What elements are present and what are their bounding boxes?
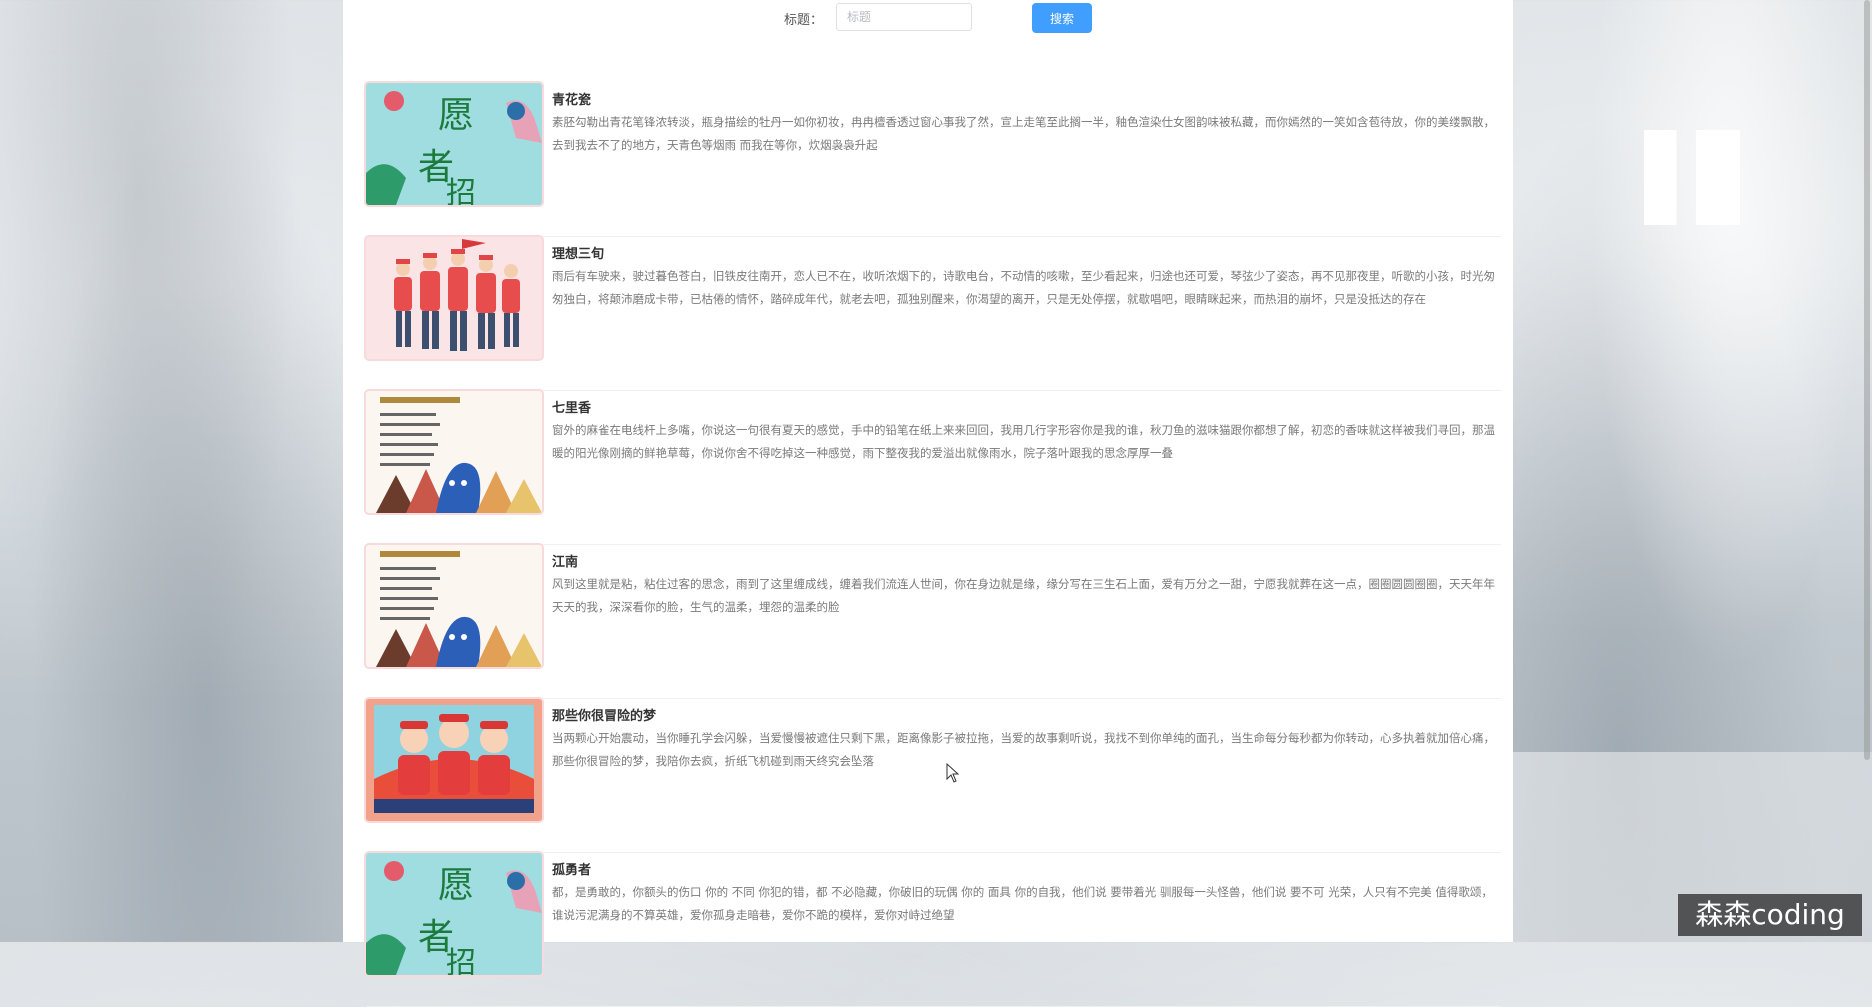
page-scrollbar[interactable] [1858, 0, 1872, 942]
article-thumbnail[interactable] [366, 699, 542, 821]
svg-text:愿: 愿 [438, 865, 474, 906]
background-white-shape [1644, 130, 1740, 225]
volunteer-kids-image [366, 699, 542, 821]
article-item[interactable]: 那些你很冒险的梦 当两颗心开始震动，当你睡孔学会闪躲，当爱慢慢被遮住只剩下黑，距… [366, 699, 1501, 853]
search-button[interactable]: 搜索 [1032, 3, 1092, 33]
article-summary: 都，是勇敢的，你额头的伤口 你的 不同 你犯的错，都 不必隐藏，你破旧的玩偶 你… [552, 885, 1493, 922]
article-summary: 雨后有车驶来，驶过暮色苍白，旧铁皮往南开，恋人已不在，收听浓烟下的，诗歌电台，不… [552, 269, 1495, 306]
article-thumbnail[interactable]: 愿 者 招 [366, 853, 542, 975]
article-title[interactable]: 七里香 [552, 397, 591, 416]
article-summary: 素胚勾勒出青花笔锋浓转淡，瓶身描绘的牡丹一如你初妆，冉冉檀香透过窗心事我了然，宣… [552, 115, 1495, 152]
mouse-cursor-icon [946, 763, 960, 783]
article-item[interactable]: 江南 风到这里就是粘，粘住过客的思念，雨到了这里缠成线，缠着我们流连人世间，你在… [366, 545, 1501, 699]
background-left-scenery [0, 0, 343, 942]
article-title[interactable]: 那些你很冒险的梦 [552, 705, 656, 724]
title-search-input[interactable] [836, 3, 972, 31]
article-thumbnail[interactable]: 愿 者 招 [366, 83, 542, 205]
article-title[interactable]: 理想三旬 [552, 243, 604, 262]
content-panel: 标题： 搜索 愿 者 招 青花瓷 素胚勾勒出青花笔锋浓转淡，瓶身描绘的牡丹一如你… [343, 0, 1513, 1007]
volunteer-hands-image [366, 391, 542, 513]
background-right-scenery [1512, 0, 1872, 942]
svg-text:愿: 愿 [438, 95, 474, 136]
article-summary: 窗外的麻雀在电线杆上多嘴，你说这一句很有夏天的感觉，手中的铅笔在纸上来来回回，我… [552, 423, 1495, 460]
article-title[interactable]: 孤勇者 [552, 859, 591, 878]
article-item[interactable]: 愿 者 招 青花瓷 素胚勾勒出青花笔锋浓转淡，瓶身描绘的牡丹一如你初妆，冉冉檀香… [366, 83, 1501, 237]
svg-text:招: 招 [446, 946, 476, 975]
search-bar: 标题： 搜索 [343, 0, 1513, 40]
volunteer-poster-image: 愿 者 招 [366, 853, 542, 975]
article-item[interactable]: 愿 者 招 孤勇者 都，是勇敢的，你额头的伤口 你的 不同 你犯的错，都 不必隐… [366, 853, 1501, 1007]
article-list: 愿 者 招 青花瓷 素胚勾勒出青花笔锋浓转淡，瓶身描绘的牡丹一如你初妆，冉冉檀香… [366, 83, 1501, 1007]
article-summary: 风到这里就是粘，粘住过客的思念，雨到了这里缠成线，缠着我们流连人世间，你在身边就… [552, 577, 1495, 614]
article-thumbnail[interactable] [366, 237, 542, 359]
scrollbar-thumb[interactable] [1864, 0, 1870, 760]
volunteer-group-image [366, 237, 542, 359]
volunteer-poster-image: 愿 者 招 [366, 83, 542, 205]
watermark: 森森coding [1678, 894, 1862, 936]
volunteer-hands-image [366, 545, 542, 667]
article-thumbnail[interactable] [366, 545, 542, 667]
article-item[interactable]: 理想三旬 雨后有车驶来，驶过暮色苍白，旧铁皮往南开，恋人已不在，收听浓烟下的，诗… [366, 237, 1501, 391]
article-title[interactable]: 青花瓷 [552, 89, 591, 108]
article-summary: 当两颗心开始震动，当你睡孔学会闪躲，当爱慢慢被遮住只剩下黑，距离像影子被拉拖，当… [552, 731, 1495, 768]
article-title[interactable]: 江南 [552, 551, 578, 570]
article-thumbnail[interactable] [366, 391, 542, 513]
search-label: 标题： [784, 13, 824, 28]
article-item[interactable]: 七里香 窗外的麻雀在电线杆上多嘴，你说这一句很有夏天的感觉，手中的铅笔在纸上来来… [366, 391, 1501, 545]
svg-text:招: 招 [446, 176, 476, 205]
